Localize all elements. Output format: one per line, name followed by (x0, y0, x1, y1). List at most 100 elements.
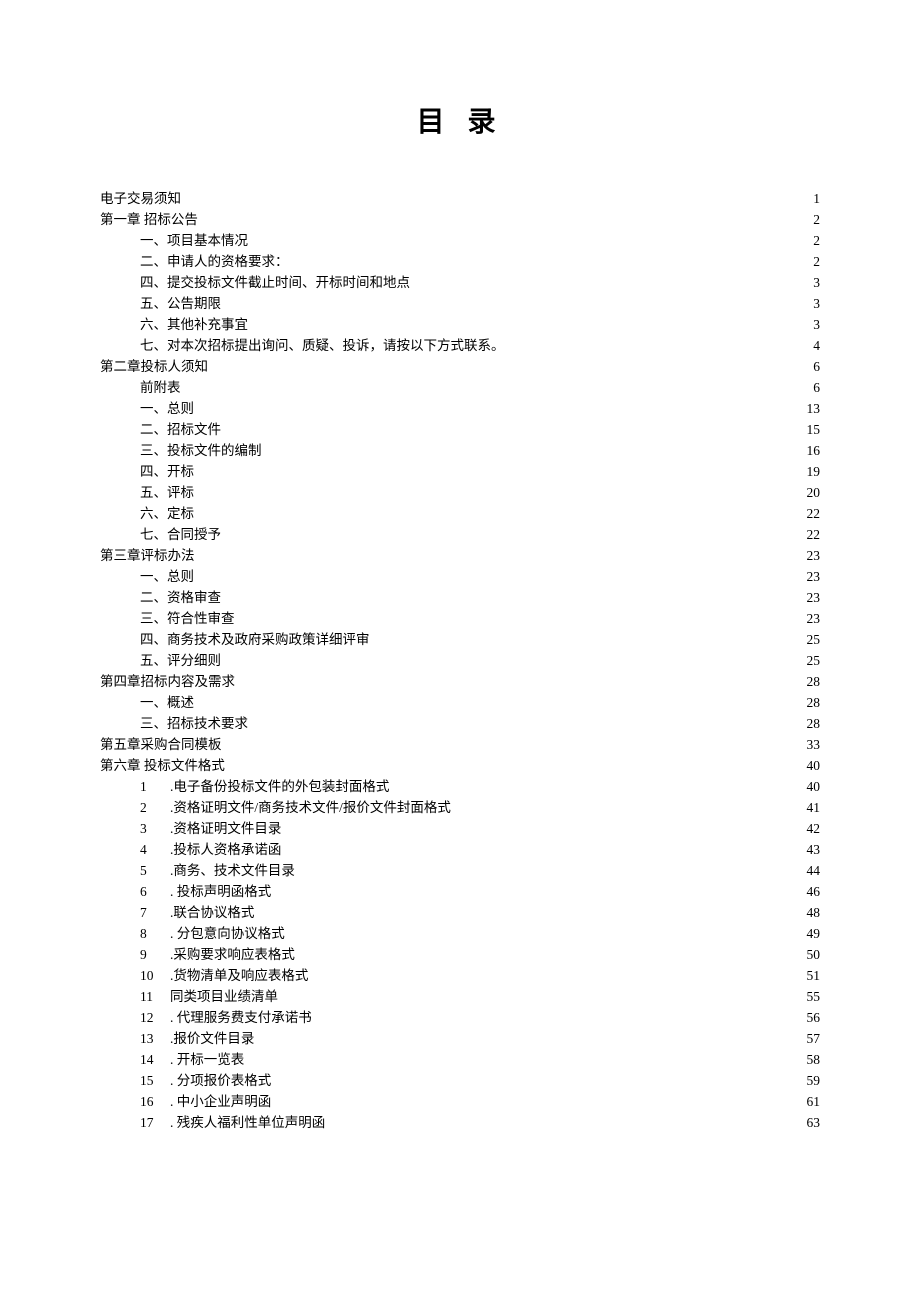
toc-item-page: 28 (802, 713, 820, 734)
toc-row: 7.联合协议格式48 (100, 902, 820, 923)
toc-item-label: .资格证明文件目录 (170, 818, 281, 839)
toc-leader-dots (250, 715, 800, 729)
toc-leader-dots (273, 1093, 800, 1107)
toc-item-label: 三、符合性审查 (140, 608, 235, 629)
toc-item-page: 42 (802, 818, 820, 839)
toc-item-label: 电子交易须知 (100, 188, 181, 209)
toc-row: 一、概述28 (100, 692, 820, 713)
toc-row: 5.商务、技术文件目录44 (100, 860, 820, 881)
toc-item-label: 六、其他补充事宜 (140, 314, 248, 335)
toc-leader-dots (237, 610, 801, 624)
toc-row: 14. 开标一览表58 (100, 1049, 820, 1070)
toc-item-page: 49 (802, 923, 820, 944)
toc-item-label: 同类项目业绩清单 (170, 986, 278, 1007)
toc-item-page: 4 (802, 335, 820, 356)
toc-item-page: 50 (802, 944, 820, 965)
toc-leader-dots (280, 988, 800, 1002)
toc-item-number: 2 (140, 797, 170, 818)
toc-leader-dots (287, 925, 800, 939)
toc-leader-dots (273, 883, 800, 897)
toc-leader-dots (391, 778, 800, 792)
toc-item-label: 七、对本次招标提出询问、质疑、投诉，请按以下方式联系。 (140, 335, 505, 356)
toc-row: 第二章投标人须知6 (100, 356, 820, 377)
toc-row: 16. 中小企业声明函61 (100, 1091, 820, 1112)
toc-row: 3.资格证明文件目录 42 (100, 818, 820, 839)
toc-item-label: . 投标声明函格式 (170, 881, 271, 902)
toc-row: 三、符合性审查23 (100, 608, 820, 629)
toc-item-label: 五、评标 (140, 482, 194, 503)
toc-row: 四、商务技术及政府采购政策详细评审25 (100, 629, 820, 650)
toc-item-page: 44 (802, 860, 820, 881)
toc-leader-dots (223, 421, 800, 435)
toc-leader-dots (227, 757, 800, 771)
toc-leader-dots (196, 463, 800, 477)
toc-leader-dots (310, 967, 800, 981)
toc-item-page: 57 (802, 1028, 820, 1049)
toc-item-page: 61 (802, 1091, 820, 1112)
toc-item-label: . 开标一览表 (170, 1049, 244, 1070)
toc-item-label: .投标人资格承诺函 (170, 839, 281, 860)
toc-item-page: 25 (802, 650, 820, 671)
toc-item-label: 第三章评标办法 (100, 545, 195, 566)
toc-leader-dots (196, 484, 800, 498)
toc-row: 一、总则23 (100, 566, 820, 587)
toc-item-page: 56 (802, 1007, 820, 1028)
toc-item-page: 22 (802, 524, 820, 545)
toc-leader-dots (196, 505, 800, 519)
toc-item-label: .报价文件目录 (170, 1028, 254, 1049)
toc-row: 电子交易须知 1 (100, 188, 820, 209)
toc-row: 15. 分项报价表格式59 (100, 1070, 820, 1091)
toc-item-label: 二、招标文件 (140, 419, 221, 440)
toc-row: 12. 代理服务费支付承诺书 56 (100, 1007, 820, 1028)
toc-item-page: 40 (802, 776, 820, 797)
toc-item-label: 第四章招标内容及需求 (100, 671, 235, 692)
toc-leader-dots (507, 337, 801, 351)
toc-item-label: 七、合同授予 (140, 524, 221, 545)
toc-item-page: 43 (802, 839, 820, 860)
table-of-contents: 电子交易须知1第一章 招标公告2一、项目基本情况2二、申请人的资格要求：2四、提… (100, 188, 820, 1133)
toc-item-page: 2 (802, 251, 820, 272)
toc-leader-dots (197, 547, 801, 561)
toc-row: 三、招标技术要求28 (100, 713, 820, 734)
toc-row: 前附表6 (100, 377, 820, 398)
toc-item-label: .采购要求响应表格式 (170, 944, 295, 965)
toc-row: 二、资格审查23 (100, 587, 820, 608)
toc-item-label: .电子备份投标文件的外包装封面格式 (170, 776, 389, 797)
toc-row: 4.投标人资格承诺函43 (100, 839, 820, 860)
toc-item-label: 四、提交投标文件截止时间、开标时间和地点 (140, 272, 410, 293)
toc-item-page: 1 (802, 188, 820, 209)
toc-leader-dots (224, 736, 801, 750)
toc-item-page: 20 (802, 482, 820, 503)
toc-leader-dots (246, 1051, 800, 1065)
toc-item-page: 41 (802, 797, 820, 818)
toc-item-page: 3 (802, 314, 820, 335)
toc-item-label: 四、商务技术及政府采购政策详细评审 (140, 629, 370, 650)
toc-item-label: 五、公告期限 (140, 293, 221, 314)
toc-item-label: 二、申请人的资格要求： (140, 251, 289, 272)
toc-leader-dots (183, 190, 800, 204)
toc-leader-dots (223, 589, 800, 603)
toc-row: 8. 分包意向协议格式49 (100, 923, 820, 944)
toc-item-page: 2 (802, 230, 820, 251)
toc-row: 1.电子备份投标文件的外包装封面格式40 (100, 776, 820, 797)
toc-row: 四、开标19 (100, 461, 820, 482)
toc-item-number: 14 (140, 1049, 170, 1070)
toc-item-number: 3 (140, 818, 170, 839)
toc-item-page: 6 (802, 356, 820, 377)
toc-leader-dots (283, 820, 800, 834)
toc-leader-dots (200, 211, 800, 225)
toc-leader-dots (210, 358, 800, 372)
toc-item-number: 6 (140, 881, 170, 902)
toc-row: 五、评标 20 (100, 482, 820, 503)
toc-item-label: 第五章采购合同模板 (100, 734, 222, 755)
toc-item-number: 10 (140, 965, 170, 986)
toc-row: 六、其他补充事宜 3 (100, 314, 820, 335)
toc-item-number: 12 (140, 1007, 170, 1028)
toc-item-label: 一、总则 (140, 566, 194, 587)
toc-row: 第三章评标办法23 (100, 545, 820, 566)
toc-item-page: 28 (802, 692, 820, 713)
toc-leader-dots (314, 1009, 800, 1023)
toc-row: 10.货物清单及响应表格式51 (100, 965, 820, 986)
toc-item-label: . 代理服务费支付承诺书 (170, 1007, 312, 1028)
toc-row: 第六章 投标文件格式40 (100, 755, 820, 776)
